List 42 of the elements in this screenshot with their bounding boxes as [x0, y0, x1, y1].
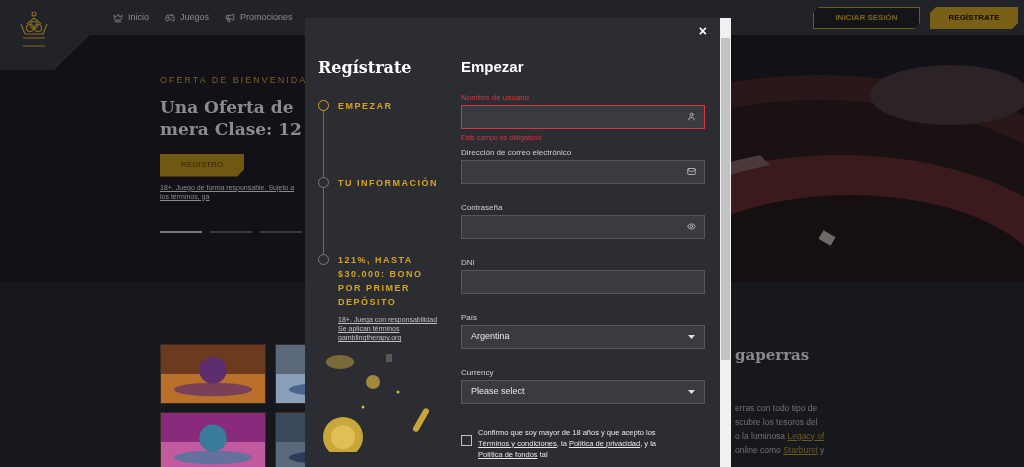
- field-label: Contraseña: [461, 202, 504, 213]
- slide-indicator[interactable]: [160, 230, 202, 233]
- user-icon[interactable]: [687, 112, 696, 121]
- megaphone-icon: [225, 12, 236, 23]
- section-heading: gaperras: [735, 345, 811, 366]
- mail-icon[interactable]: [687, 167, 696, 176]
- paragraph-line: erras con todo tipo de: [735, 401, 819, 415]
- nav-link[interactable]: Inicio: [113, 11, 149, 25]
- field-label: Dirección de correo electrónico: [461, 147, 573, 158]
- register-button[interactable]: REGÍSTRATE: [930, 7, 1018, 29]
- checkbox[interactable]: [461, 434, 472, 446]
- nav-link[interactable]: Juegos: [165, 11, 210, 25]
- offer-eyebrow: OFERTA DE BIENVENIDA: [160, 74, 309, 87]
- form-title: Empezar: [461, 57, 525, 77]
- scrollbar[interactable]: [720, 18, 731, 467]
- close-button[interactable]: ×: [698, 24, 707, 38]
- step-item[interactable]: TU INFORMACIÓN: [318, 177, 445, 254]
- hero-title: mera Clase: 12: [160, 117, 303, 140]
- step-item[interactable]: EMPEZAR: [318, 100, 445, 177]
- input-field[interactable]: [461, 269, 705, 294]
- select-field[interactable]: Please select: [461, 379, 705, 404]
- gamepad-icon: [165, 12, 175, 23]
- step-item[interactable]: 121%, HASTA $30.000: BONO POR PRIMER DEPÓSITO: [318, 254, 445, 309]
- select-field[interactable]: Argentina: [461, 324, 705, 349]
- paragraph-line: online como Starburst y: [735, 443, 825, 457]
- caret-icon: [688, 334, 695, 339]
- crown-icon: [113, 12, 123, 23]
- paragraph-line: scubre los tesoros del: [735, 415, 819, 429]
- input-field[interactable]: [461, 214, 705, 239]
- dialog-title: Regístrate: [318, 57, 413, 79]
- field-label: Nombre de usuario: [461, 92, 531, 103]
- field-label: País: [461, 312, 478, 323]
- nav-link[interactable]: Promociones: [225, 11, 293, 25]
- login-button[interactable]: INICIAR SESIÓN: [813, 7, 920, 29]
- input-field[interactable]: [461, 104, 705, 129]
- caret-icon: [688, 389, 695, 394]
- field-label: DNI: [461, 257, 476, 268]
- eye-icon[interactable]: [687, 222, 696, 231]
- paragraph-line: o la luminosa Legacy of: [735, 429, 825, 443]
- hero-title: Una Oferta de: [160, 95, 295, 118]
- field-label: Currency: [461, 367, 495, 378]
- input-field[interactable]: [461, 159, 705, 184]
